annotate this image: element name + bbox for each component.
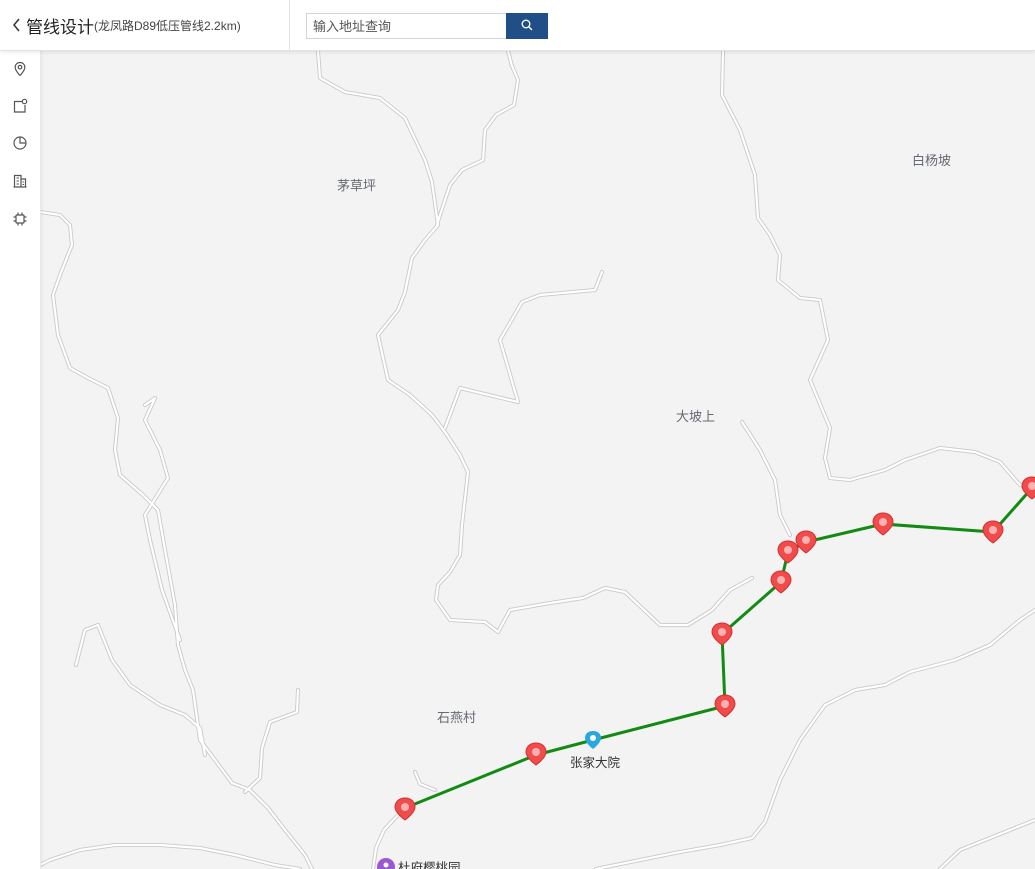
- pipeline-node-marker[interactable]: [777, 540, 799, 564]
- pipeline-node-marker[interactable]: [795, 530, 817, 554]
- place-label: 白杨坡: [912, 153, 952, 168]
- pipeline-node-marker[interactable]: [525, 742, 547, 766]
- area-marker-icon[interactable]: [10, 96, 30, 116]
- search-bar: [306, 13, 548, 39]
- pipeline-node-marker[interactable]: [711, 622, 733, 646]
- place-label: 大坡上: [676, 409, 716, 424]
- search-input[interactable]: [306, 13, 506, 39]
- map-canvas[interactable]: 茅草坪 白杨坡 大坡上 石燕村 张家大院 杜府樱桃园: [41, 51, 1035, 869]
- tool-sidebar: [0, 51, 41, 869]
- search-button[interactable]: [506, 13, 548, 39]
- pipeline-node-marker[interactable]: [714, 694, 736, 718]
- road-network: [41, 51, 1035, 869]
- page-subtitle: (龙凤路D89低压管线2.2km): [94, 18, 241, 33]
- title-area: 管线设计 (龙凤路D89低压管线2.2km): [0, 0, 290, 50]
- search-icon: [521, 19, 533, 34]
- building-icon[interactable]: [10, 171, 30, 191]
- page-title: 管线设计: [26, 17, 94, 37]
- place-label: 石燕村: [437, 710, 477, 725]
- pipeline-route[interactable]: [404, 483, 1035, 810]
- poi-pin-icon[interactable]: [585, 731, 601, 749]
- poi-label[interactable]: 杜府樱桃园: [398, 857, 461, 869]
- pie-chart-icon[interactable]: [10, 133, 30, 153]
- chip-icon[interactable]: [10, 209, 30, 229]
- location-pin-icon[interactable]: [10, 59, 30, 79]
- chevron-left-icon[interactable]: [10, 15, 24, 35]
- place-label: 茅草坪: [337, 178, 377, 193]
- pipeline-node-marker[interactable]: [872, 512, 894, 536]
- top-bar: 管线设计 (龙凤路D89低压管线2.2km): [0, 0, 1035, 51]
- poi-label[interactable]: 张家大院: [570, 752, 620, 771]
- pipeline-node-marker[interactable]: [982, 520, 1004, 544]
- poi-orchard-icon[interactable]: [377, 858, 395, 869]
